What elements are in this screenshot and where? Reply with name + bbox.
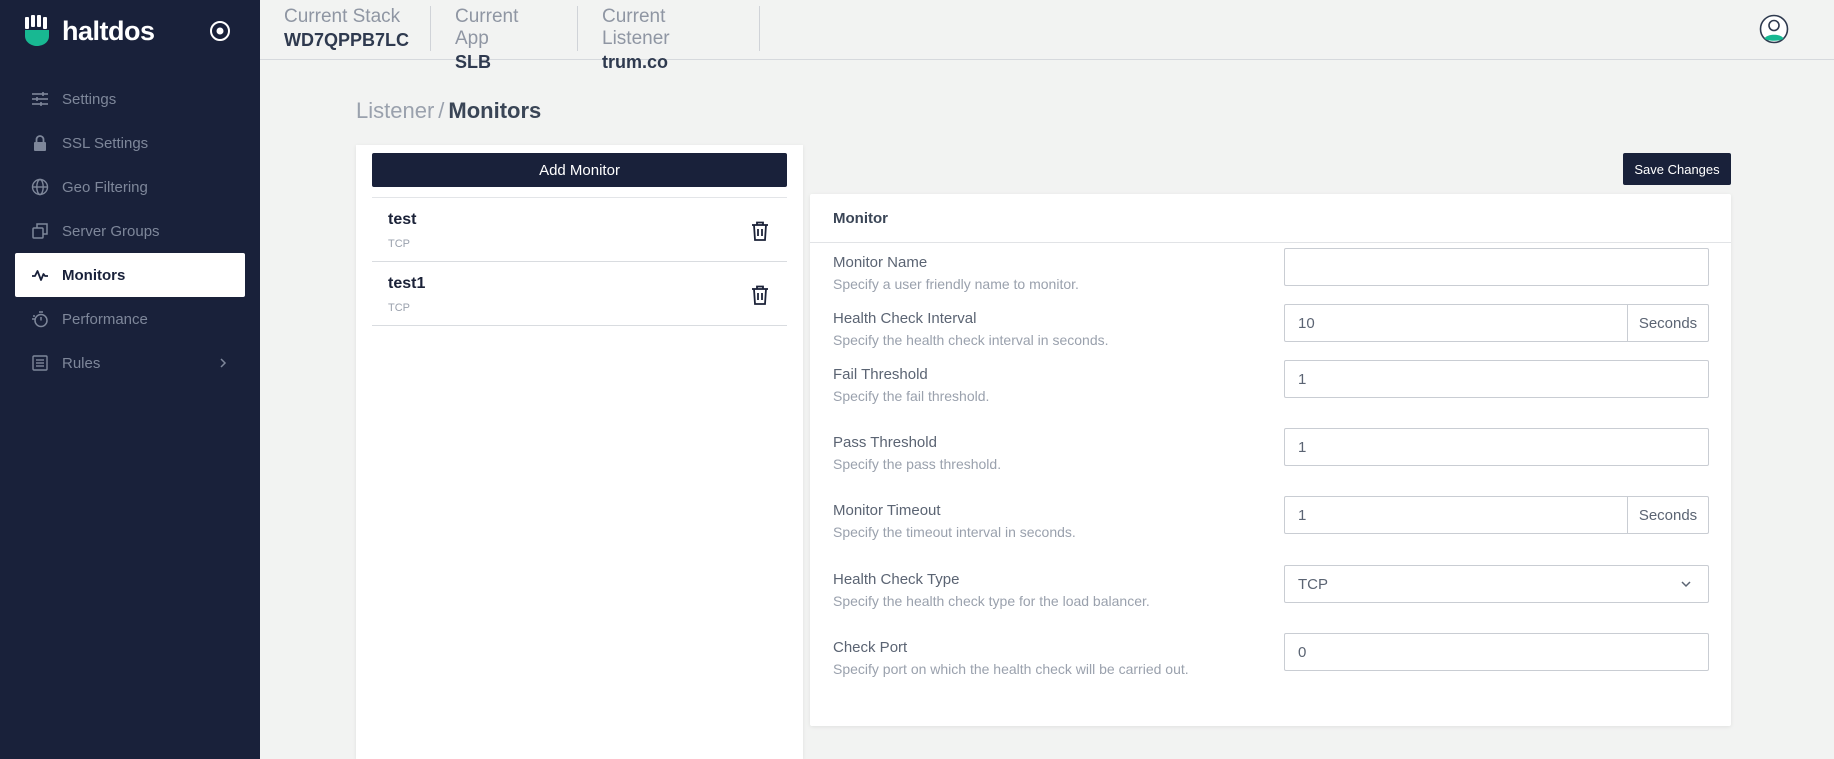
fail-threshold-field	[1284, 360, 1709, 398]
monitor-type: TCP	[388, 238, 410, 250]
sidebar-nav: Settings SSL Settings Geo Filtering Serv…	[15, 77, 245, 385]
sidebar-item-label: Settings	[62, 90, 117, 108]
field-label: Health Check Interval	[833, 310, 977, 327]
top-header: Current Stack WD7QPPB7LC Current App SLB…	[260, 0, 1834, 72]
sidebar-item-label: SSL Settings	[62, 134, 149, 152]
monitor-name: test	[388, 211, 417, 228]
current-listener[interactable]: Current Listener trum.co	[578, 6, 760, 72]
sidebar-item-label: Monitors	[62, 266, 126, 284]
check-type-value: TCP	[1298, 575, 1328, 593]
monitor-list: test TCP test1 TCP	[372, 197, 787, 326]
field-label: Health Check Type	[833, 571, 960, 588]
field-label: Fail Threshold	[833, 366, 928, 383]
field-help: Specify the health check type for the lo…	[833, 593, 1150, 609]
chevron-down-icon	[1681, 581, 1691, 588]
timeout-field: Seconds	[1284, 496, 1709, 534]
user-avatar-icon[interactable]	[1759, 14, 1789, 44]
breadcrumb-parent[interactable]: Listener	[356, 98, 434, 123]
list-icon	[32, 355, 48, 371]
interval-field: Seconds	[1284, 304, 1709, 342]
activity-icon	[32, 270, 48, 281]
field-label: Monitor Timeout	[833, 502, 941, 519]
copy-icon	[32, 223, 48, 239]
sliders-icon	[32, 92, 48, 106]
sidebar-item-ssl-settings[interactable]: SSL Settings	[15, 121, 245, 165]
field-label: Pass Threshold	[833, 434, 937, 451]
breadcrumb: Listener / Monitors	[356, 98, 541, 124]
check-type-select[interactable]: TCP	[1284, 565, 1709, 603]
current-stack-label: Current Stack	[284, 6, 401, 27]
sidebar-item-label: Geo Filtering	[62, 178, 148, 196]
add-monitor-button[interactable]: Add Monitor	[372, 153, 787, 187]
current-stack-value: WD7QPPB7LC	[284, 30, 410, 50]
current-app[interactable]: Current App SLB	[431, 6, 578, 72]
sidebar-item-performance[interactable]: Performance	[15, 297, 245, 341]
sidebar: haltdos Settings SSL Settings Geo Filter…	[0, 0, 260, 759]
stopwatch-icon	[32, 311, 48, 328]
globe-icon	[31, 178, 49, 196]
pass-threshold-input[interactable]	[1285, 429, 1708, 465]
timeout-unit: Seconds	[1627, 497, 1708, 533]
chevron-right-icon[interactable]	[215, 355, 231, 371]
sidebar-item-rules[interactable]: Rules	[15, 341, 245, 385]
monitor-name-field	[1284, 248, 1709, 286]
breadcrumb-separator: /	[438, 98, 445, 123]
current-listener-value: trum.co	[602, 52, 669, 72]
trash-icon[interactable]	[750, 220, 770, 242]
sidebar-item-geo-filtering[interactable]: Geo Filtering	[15, 165, 245, 209]
list-item[interactable]: test1 TCP	[372, 262, 787, 326]
pass-threshold-field	[1284, 428, 1709, 466]
brand[interactable]: haltdos	[24, 13, 234, 49]
current-stack[interactable]: Current Stack WD7QPPB7LC	[260, 6, 431, 51]
page-title: Monitors	[448, 98, 542, 123]
field-help: Specify port on which the health check w…	[833, 661, 1189, 677]
monitor-form-panel: Monitor Monitor Name Specify a user frie…	[810, 194, 1731, 726]
field-label: Monitor Name	[833, 254, 928, 271]
monitor-name: test1	[388, 275, 426, 292]
haltdos-logo-icon	[25, 15, 49, 46]
check-port-field	[1284, 633, 1709, 671]
list-item[interactable]: test TCP	[372, 198, 787, 262]
sidebar-item-server-groups[interactable]: Server Groups	[15, 209, 245, 253]
timeout-input[interactable]	[1285, 497, 1627, 533]
interval-input[interactable]	[1285, 305, 1627, 341]
current-app-label: Current App	[455, 6, 519, 49]
check-port-input[interactable]	[1285, 634, 1708, 670]
field-help: Specify the timeout interval in seconds.	[833, 524, 1076, 540]
monitor-type: TCP	[388, 302, 410, 314]
form-title: Monitor	[810, 194, 1731, 243]
field-help: Specify a user friendly name to monitor.	[833, 276, 1079, 292]
save-changes-button[interactable]: Save Changes	[1623, 153, 1731, 185]
interval-unit: Seconds	[1627, 305, 1708, 341]
current-listener-label: Current Listener	[602, 6, 670, 49]
field-help: Specify the pass threshold.	[833, 456, 1002, 472]
field-help: Specify the fail threshold.	[833, 388, 990, 404]
monitor-list-panel: Add Monitor test TCP test1 TCP	[356, 145, 803, 759]
sidebar-item-label: Rules	[62, 354, 101, 372]
sidebar-item-settings[interactable]: Settings	[15, 77, 245, 121]
current-app-value: SLB	[455, 52, 491, 72]
trash-icon[interactable]	[750, 284, 770, 306]
fail-threshold-input[interactable]	[1285, 361, 1708, 397]
sidebar-item-label: Server Groups	[62, 222, 160, 240]
monitor-name-input[interactable]	[1285, 249, 1708, 285]
field-label: Check Port	[833, 639, 908, 656]
target-icon[interactable]	[207, 18, 233, 44]
lock-icon	[34, 135, 46, 151]
brand-name: haltdos	[62, 15, 155, 46]
field-help: Specify the health check interval in sec…	[833, 332, 1109, 348]
sidebar-item-label: Performance	[62, 310, 148, 328]
sidebar-item-monitors[interactable]: Monitors	[15, 253, 245, 297]
